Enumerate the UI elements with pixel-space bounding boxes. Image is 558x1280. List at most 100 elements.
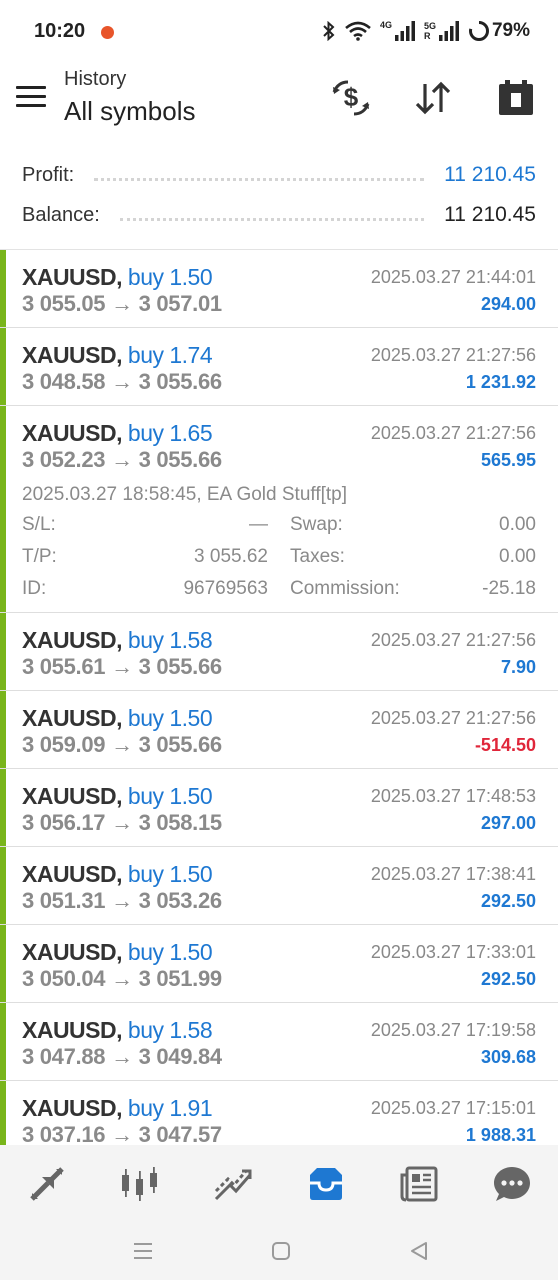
deal-open-price: 3 056.17 <box>22 810 106 835</box>
deal-symbol-line: XAUUSD, buy 1.65 <box>22 420 213 447</box>
details-row: S/L: — Swap: 0.00 <box>22 514 536 546</box>
deal-symbol: XAUUSD, <box>22 1017 123 1043</box>
page-title[interactable]: All symbols <box>64 96 195 127</box>
notification-dot-icon <box>101 26 114 39</box>
deal-symbol-line: XAUUSD, buy 1.50 <box>22 861 213 888</box>
menu-icon[interactable] <box>16 84 48 110</box>
list-item[interactable]: XAUUSD, buy 1.50 2025.03.27 21:27:56 3 0… <box>0 691 558 769</box>
deal-close-price: 3 057.01 <box>138 291 223 316</box>
list-item[interactable]: XAUUSD, buy 1.50 2025.03.27 17:48:53 3 0… <box>0 769 558 847</box>
currency-exchange-icon[interactable]: $ <box>329 76 373 120</box>
profit-value: 11 210.45 <box>444 163 536 186</box>
deal-close-price: 3 055.66 <box>138 654 223 679</box>
deal-open-price: 3 059.09 <box>22 732 106 757</box>
deal-close-price: 3 058.15 <box>138 810 223 835</box>
quotes-icon[interactable] <box>17 1154 77 1214</box>
deal-symbol: XAUUSD, <box>22 627 123 653</box>
deal-symbol-line: XAUUSD, buy 1.91 <box>22 1095 213 1122</box>
status-time: 10:20 <box>34 20 86 42</box>
deal-time: 2025.03.27 21:27:56 <box>370 630 536 650</box>
arrow-icon: → <box>111 369 133 394</box>
deal-symbol: XAUUSD, <box>22 861 123 887</box>
list-item-expanded[interactable]: XAUUSD, buy 1.65 2025.03.27 21:27:56 3 0… <box>0 406 558 613</box>
history-icon[interactable] <box>296 1154 356 1214</box>
deal-close-price: 3 047.57 <box>138 1122 223 1146</box>
deal-symbol: XAUUSD, <box>22 420 123 446</box>
deal-profit: 565.95 <box>480 450 536 470</box>
deal-close-price: 3 055.66 <box>138 369 223 394</box>
deal-prices: 3 055.05 → 3 057.01 <box>22 291 222 317</box>
deal-symbol: XAUUSD, <box>22 783 123 809</box>
deal-type: buy 1.91 <box>127 1095 213 1121</box>
back-icon[interactable] <box>408 1240 430 1267</box>
bluetooth-icon <box>323 21 335 41</box>
deal-profit: 7.90 <box>500 657 536 677</box>
bottom-navigation <box>0 1145 558 1222</box>
trade-icon[interactable] <box>203 1154 263 1214</box>
deal-prices: 3 050.04 → 3 051.99 <box>22 966 222 992</box>
deal-open-price: 3 050.04 <box>22 966 106 991</box>
deal-symbol-line: XAUUSD, buy 1.50 <box>22 264 213 291</box>
deal-close-price: 3 049.84 <box>138 1044 223 1069</box>
deal-time: 2025.03.27 21:27:56 <box>370 345 536 365</box>
deal-open-price: 3 055.61 <box>22 654 106 679</box>
dotted-leader <box>94 177 425 181</box>
status-icons: 4G 5G R 79% <box>322 20 530 42</box>
deal-profit: 309.68 <box>480 1047 536 1067</box>
list-item[interactable]: XAUUSD, buy 1.50 2025.03.27 17:33:01 3 0… <box>0 925 558 1003</box>
deal-type: buy 1.50 <box>127 861 213 887</box>
taxes-label: Taxes: <box>290 546 345 567</box>
news-icon[interactable] <box>389 1154 449 1214</box>
deals-list[interactable]: XAUUSD, buy 1.50 2025.03.27 21:44:01 3 0… <box>0 249 558 1146</box>
deal-details: S/L: — Swap: 0.00 T/P: 3 055.62 Taxes: 0… <box>22 514 536 610</box>
chat-icon[interactable] <box>482 1154 542 1214</box>
summary-panel: Profit: 11 210.45 Balance: 11 210.45 <box>0 152 558 248</box>
status-bar: 10:20 4G 5G R 79% <box>0 0 558 62</box>
deal-open-price: 3 047.88 <box>22 1044 106 1069</box>
sl-label: S/L: <box>22 514 56 535</box>
signal-2-icon: 5G R <box>424 21 460 41</box>
chart-icon[interactable] <box>110 1154 170 1214</box>
details-row: T/P: 3 055.62 Taxes: 0.00 <box>22 546 536 578</box>
deal-profit: 1 988.31 <box>465 1125 536 1145</box>
arrow-icon: → <box>111 1044 133 1069</box>
balance-row: Balance: 11 210.45 <box>22 195 536 235</box>
deal-symbol: XAUUSD, <box>22 939 123 965</box>
arrow-icon: → <box>111 291 133 316</box>
sort-icon[interactable] <box>411 76 455 120</box>
sl-value: — <box>249 514 268 535</box>
deal-prices: 3 051.31 → 3 053.26 <box>22 888 222 914</box>
list-item[interactable]: XAUUSD, buy 1.91 2025.03.27 17:15:01 3 0… <box>0 1081 558 1146</box>
page-subtitle: History <box>64 68 127 90</box>
deal-prices: 3 047.88 → 3 049.84 <box>22 1044 222 1070</box>
deal-time: 2025.03.27 21:44:01 <box>370 267 536 287</box>
deal-time: 2025.03.27 21:27:56 <box>370 708 536 728</box>
deal-symbol-line: XAUUSD, buy 1.58 <box>22 627 213 654</box>
deal-open-price: 3 037.16 <box>22 1122 106 1146</box>
list-item[interactable]: XAUUSD, buy 1.58 2025.03.27 17:19:58 3 0… <box>0 1003 558 1081</box>
deal-symbol-line: XAUUSD, buy 1.58 <box>22 1017 213 1044</box>
wifi-icon <box>345 21 371 41</box>
deal-prices: 3 052.23 → 3 055.66 <box>22 447 222 473</box>
deal-profit: 294.00 <box>480 294 536 314</box>
deal-profit: 1 231.92 <box>465 372 536 392</box>
deal-type: buy 1.50 <box>127 939 213 965</box>
list-item[interactable]: XAUUSD, buy 1.74 2025.03.27 21:27:56 3 0… <box>0 328 558 406</box>
deal-profit: 297.00 <box>480 813 536 833</box>
deal-close-price: 3 051.99 <box>138 966 223 991</box>
deal-open-price: 3 051.31 <box>22 888 106 913</box>
recents-icon[interactable] <box>132 1240 154 1267</box>
dotted-leader <box>119 217 425 221</box>
list-item[interactable]: XAUUSD, buy 1.58 2025.03.27 21:27:56 3 0… <box>0 613 558 691</box>
deal-comment: 2025.03.27 18:58:45, EA Gold Stuff[tp] <box>22 484 348 505</box>
list-item[interactable]: XAUUSD, buy 1.50 2025.03.27 21:44:01 3 0… <box>0 250 558 328</box>
list-item[interactable]: XAUUSD, buy 1.50 2025.03.27 17:38:41 3 0… <box>0 847 558 925</box>
arrow-icon: → <box>111 654 133 679</box>
commission-label: Commission: <box>290 578 400 599</box>
deal-type: buy 1.58 <box>127 627 213 653</box>
deal-time: 2025.03.27 17:15:01 <box>370 1098 536 1118</box>
home-icon[interactable] <box>270 1240 292 1267</box>
calendar-icon[interactable] <box>494 76 538 120</box>
deal-prices: 3 055.61 → 3 055.66 <box>22 654 222 680</box>
deal-symbol: XAUUSD, <box>22 264 123 290</box>
